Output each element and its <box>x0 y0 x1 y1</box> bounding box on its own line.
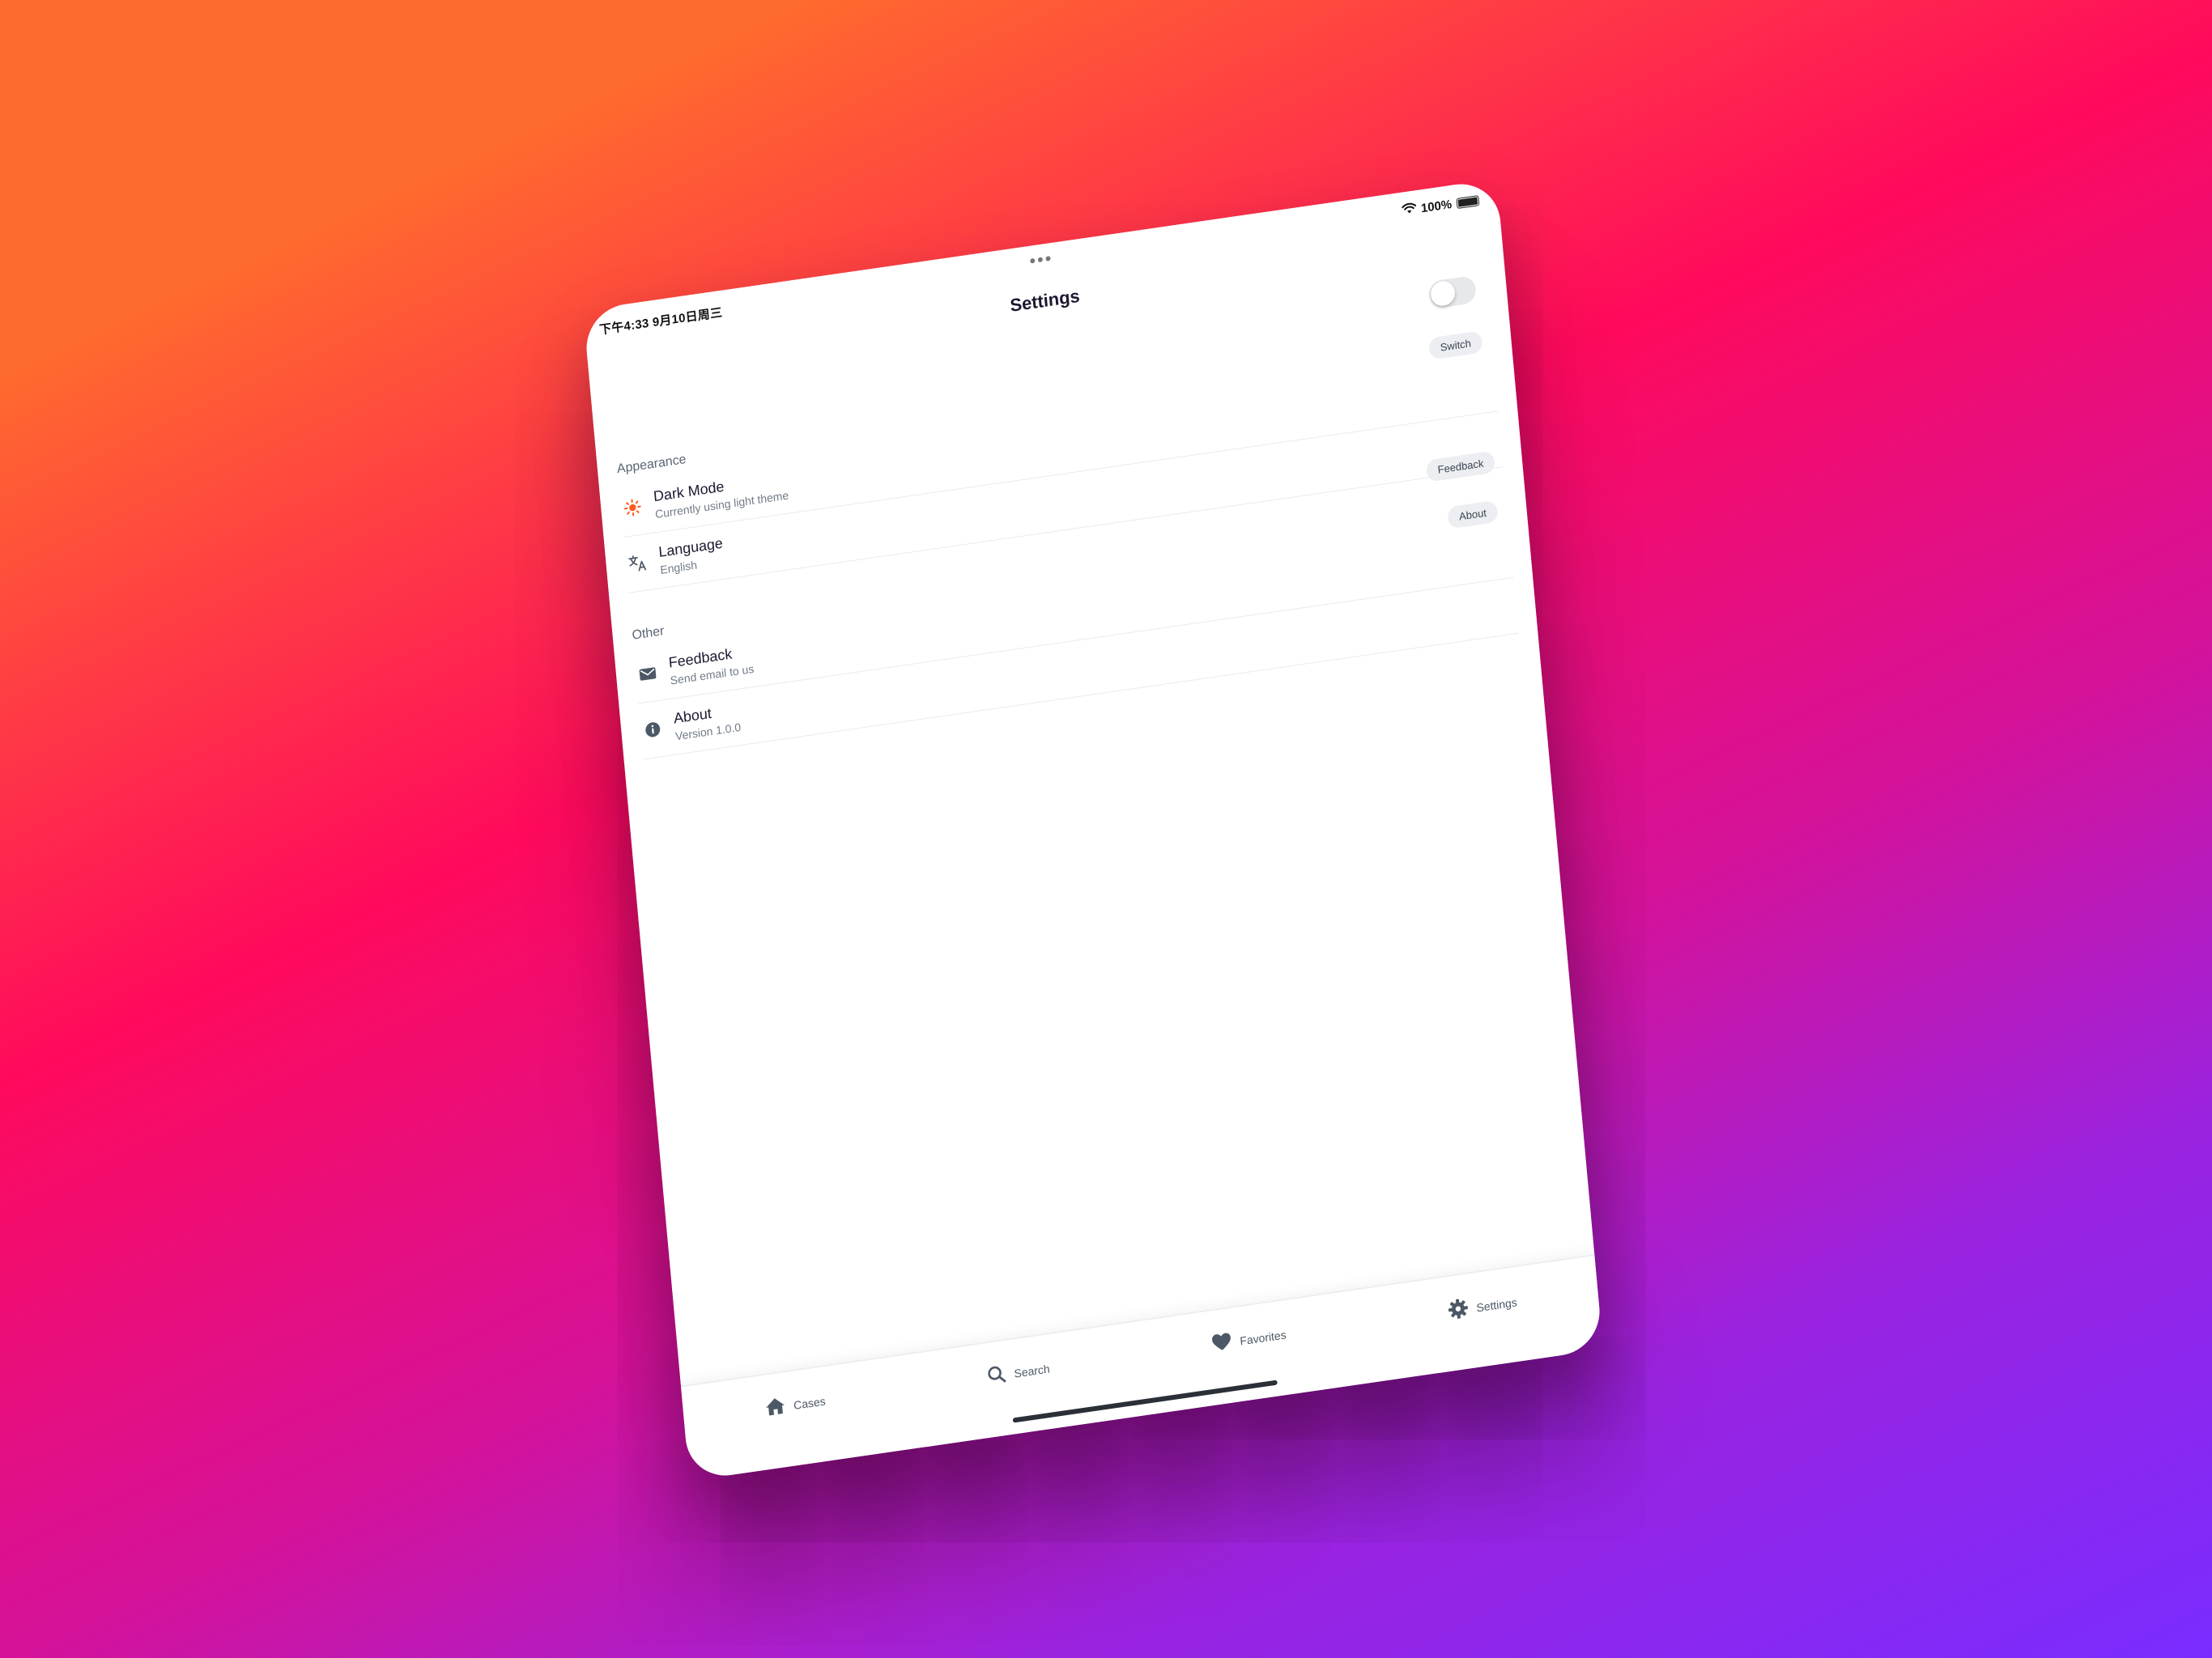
page-title: Settings <box>1009 285 1081 316</box>
row-text: About Version 1.0.0 <box>673 701 742 743</box>
gear-icon <box>1447 1297 1470 1324</box>
tab-settings[interactable]: Settings <box>1447 1290 1518 1323</box>
mail-icon <box>635 660 661 687</box>
tab-label: Settings <box>1475 1295 1518 1314</box>
theme-toggle[interactable] <box>1427 274 1478 309</box>
sun-icon <box>619 494 645 521</box>
heart-icon <box>1210 1331 1233 1356</box>
multitasking-dots-icon[interactable]: ••• <box>1028 248 1053 271</box>
battery-percent: 100% <box>1420 197 1453 215</box>
row-text: Feedback Send email to us <box>668 643 755 687</box>
tab-label: Search <box>1013 1361 1051 1380</box>
status-right: 100% <box>1401 193 1480 219</box>
battery-fill <box>1457 196 1478 207</box>
tablet-device: 下午4:33 9月10日周三 ••• 100% Settings Appeara… <box>583 178 1603 1482</box>
search-icon <box>986 1363 1007 1388</box>
tab-favorites[interactable]: Favorites <box>1210 1323 1287 1355</box>
switch-chip[interactable]: Switch <box>1427 330 1483 360</box>
home-indicator[interactable] <box>1012 1380 1278 1423</box>
settings-content: Appearance Switch Dark Mode Currently us… <box>590 259 1594 1385</box>
home-icon <box>764 1395 786 1420</box>
info-icon <box>640 716 666 743</box>
row-text: Dark Mode Currently using light theme <box>653 469 789 521</box>
translate-icon <box>624 550 650 577</box>
section-title-other: Other <box>631 624 666 643</box>
tab-label: Cases <box>793 1393 827 1412</box>
toggle-knob <box>1429 279 1457 308</box>
tab-search[interactable]: Search <box>986 1357 1051 1388</box>
row-text: Language English <box>657 535 725 576</box>
tab-cases[interactable]: Cases <box>764 1389 826 1420</box>
battery-icon <box>1456 194 1480 209</box>
tab-label: Favorites <box>1239 1327 1287 1348</box>
wifi-icon <box>1401 202 1417 219</box>
